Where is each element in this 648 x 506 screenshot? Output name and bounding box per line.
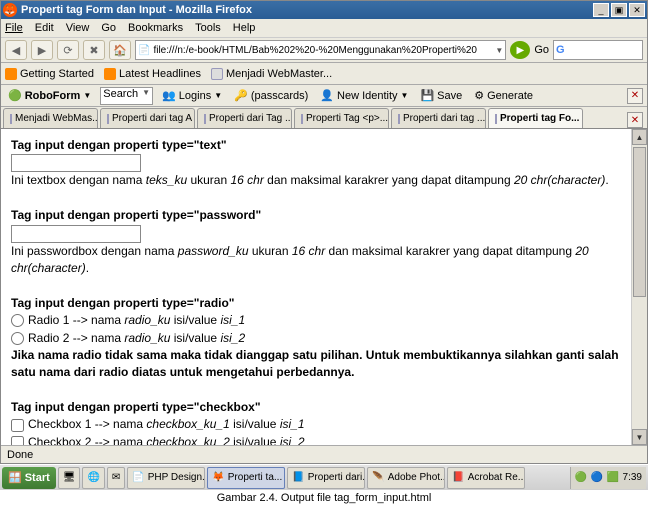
radio-1[interactable] <box>11 314 24 327</box>
tab-5[interactable]: Properti tag Fo... <box>488 108 583 128</box>
scroll-down-icon[interactable]: ▼ <box>632 429 647 445</box>
search-box[interactable]: G <box>553 40 643 60</box>
go-label: Go <box>534 44 549 56</box>
minimize-button[interactable]: _ <box>593 3 609 17</box>
desc-text: Ini textbox dengan nama teks_ku ukuran 1… <box>11 173 609 187</box>
roboform-passcards[interactable]: 🔑(passcards) <box>231 89 311 102</box>
tab-4[interactable]: Properti dari tag ... <box>391 108 486 128</box>
go-button[interactable]: ▶ <box>510 41 530 59</box>
heading-radio-input: Tag input dengan properti type="radio" <box>11 296 235 310</box>
task-properti-firefox[interactable]: 🦊Properti ta... <box>207 467 285 489</box>
checkbox-2-row[interactable]: Checkbox 2 --> nama checkbox_ku_2 isi/va… <box>11 435 305 445</box>
task-php-design[interactable]: 📄PHP Design... <box>127 467 205 489</box>
tab-close-icon[interactable]: ✕ <box>627 112 643 128</box>
desc-password: Ini passwordbox dengan nama password_ku … <box>11 244 589 275</box>
radio-2-row[interactable]: Radio 2 --> nama radio_ku isi/value isi_… <box>11 331 245 345</box>
menu-file[interactable]: File <box>5 22 23 34</box>
radio-1-row[interactable]: Radio 1 --> nama radio_ku isi/value isi_… <box>11 313 245 327</box>
stop-button[interactable]: ✖ <box>83 40 105 60</box>
figure-caption: Gambar 2.4. Output file tag_form_input.h… <box>0 490 648 504</box>
menu-help[interactable]: Help <box>233 22 256 34</box>
roboform-toolbar: 🟢RoboForm▼ Search 👥Logins▼ 🔑(passcards) … <box>1 85 647 107</box>
passwordbox-password-ku[interactable] <box>11 225 141 243</box>
task-acrobat-reader[interactable]: 📕Acrobat Re... <box>447 467 525 489</box>
page-body: Tag input dengan properti type="text" In… <box>1 129 631 445</box>
system-tray: 🟢 🔵 🟩 7:39 <box>570 467 646 489</box>
menu-view[interactable]: View <box>66 22 90 34</box>
start-button[interactable]: 🪟Start <box>2 467 56 489</box>
browser-window: 🦊 Properti tag Form dan Input - Mozilla … <box>0 0 648 464</box>
status-text: Done <box>7 449 33 461</box>
forward-button[interactable]: ▶ <box>31 40 53 60</box>
roboform-new-identity[interactable]: 👤New Identity▼ <box>317 89 411 102</box>
textbox-teks-ku[interactable] <box>11 154 141 172</box>
menu-bookmarks[interactable]: Bookmarks <box>128 22 183 34</box>
clock: 7:39 <box>623 472 642 483</box>
back-button[interactable]: ◀ <box>5 40 27 60</box>
menu-go[interactable]: Go <box>101 22 116 34</box>
firefox-icon: 🦊 <box>3 3 17 17</box>
scroll-up-icon[interactable]: ▲ <box>632 129 647 145</box>
quicklaunch-2[interactable]: ✉ <box>107 467 125 489</box>
menu-edit[interactable]: Edit <box>35 22 54 34</box>
menubar: File Edit View Go Bookmarks Tools Help <box>1 19 647 37</box>
bookmarks-toolbar: Getting Started Latest Headlines Menjadi… <box>1 63 647 85</box>
roboform-search-select[interactable]: Search <box>100 87 153 105</box>
scroll-thumb[interactable] <box>633 147 646 297</box>
roboform-save[interactable]: 💾Save <box>417 89 465 102</box>
quicklaunch-1[interactable]: 🌐 <box>82 467 104 489</box>
radio-2[interactable] <box>11 332 24 345</box>
roboform-close-icon[interactable]: ✕ <box>627 88 643 104</box>
checkbox-1[interactable] <box>11 419 24 432</box>
nav-toolbar: ◀ ▶ ⟳ ✖ 🏠 📄 ▼ ▶ Go G <box>1 37 647 63</box>
checkbox-2[interactable] <box>11 436 24 445</box>
vertical-scrollbar[interactable]: ▲ ▼ <box>631 129 647 445</box>
window-title: Properti tag Form dan Input - Mozilla Fi… <box>21 4 593 16</box>
titlebar: 🦊 Properti tag Form dan Input - Mozilla … <box>1 1 647 19</box>
heading-text-input: Tag input dengan properti type="text" <box>11 138 227 152</box>
bookmark-menjadi-webmaster[interactable]: Menjadi WebMaster... <box>211 68 332 80</box>
reload-button[interactable]: ⟳ <box>57 40 79 60</box>
address-bar[interactable]: 📄 ▼ <box>135 40 506 60</box>
quicklaunch-0[interactable]: 🖥 <box>58 467 81 489</box>
roboform-generate[interactable]: ⚙Generate <box>471 89 536 102</box>
windows-taskbar: 🪟Start 🖥 🌐 ✉ 📄PHP Design... 🦊Properti ta… <box>0 464 648 490</box>
page-icon: 📄 <box>138 45 150 56</box>
heading-password-input: Tag input dengan properti type="password… <box>11 208 261 222</box>
heading-checkbox-input: Tag input dengan properti type="checkbox… <box>11 400 261 414</box>
tab-1[interactable]: Properti dari tag A <box>100 108 195 128</box>
roboform-logins[interactable]: 👥Logins▼ <box>159 89 225 102</box>
tray-icon-3[interactable]: 🟩 <box>607 472 619 484</box>
tab-2[interactable]: Properti dari Tag ... <box>197 108 292 128</box>
tab-strip: Menjadi WebMas... Properti dari tag A Pr… <box>1 107 647 129</box>
tab-3[interactable]: Properti Tag <p>... <box>294 108 389 128</box>
tray-icon-2[interactable]: 🔵 <box>591 472 603 484</box>
menu-tools[interactable]: Tools <box>195 22 221 34</box>
close-button[interactable]: ✕ <box>629 3 645 17</box>
bookmark-getting-started[interactable]: Getting Started <box>5 68 94 80</box>
url-input[interactable] <box>153 45 492 56</box>
bookmark-latest-headlines[interactable]: Latest Headlines <box>104 68 201 80</box>
status-bar: Done <box>1 445 647 463</box>
checkbox-1-row[interactable]: Checkbox 1 --> nama checkbox_ku_1 isi/va… <box>11 417 305 431</box>
task-adobe-photoshop[interactable]: 🪶Adobe Phot... <box>367 467 445 489</box>
restore-button[interactable]: ▣ <box>611 3 627 17</box>
google-icon: G <box>556 44 565 56</box>
task-properti-dari[interactable]: 📘Properti dari... <box>287 467 365 489</box>
tab-0[interactable]: Menjadi WebMas... <box>3 108 98 128</box>
content-area: Tag input dengan properti type="text" In… <box>1 129 647 445</box>
home-button[interactable]: 🏠 <box>109 40 131 60</box>
roboform-brand[interactable]: 🟢RoboForm▼ <box>5 89 94 102</box>
radio-note: Jika nama radio tidak sama maka tidak di… <box>11 348 619 379</box>
tray-icon-1[interactable]: 🟢 <box>575 472 587 484</box>
